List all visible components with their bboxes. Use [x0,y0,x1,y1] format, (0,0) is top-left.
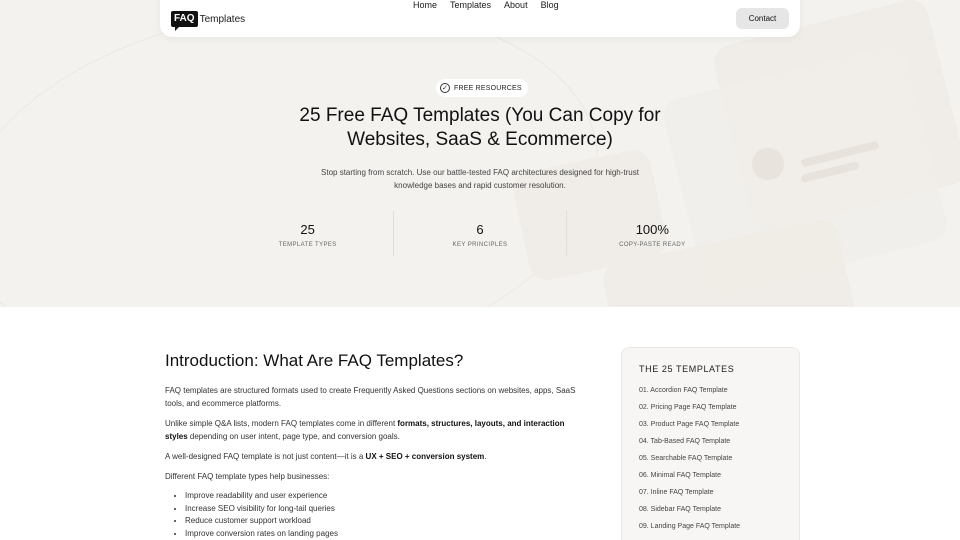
toc-item[interactable]: 05. Searchable FAQ Template [639,454,740,471]
stat-key-principles: 6 KEY PRINCIPLES [394,211,567,256]
stat-label: KEY PRINCIPLES [452,242,508,248]
toc-item[interactable]: 01. Accordion FAQ Template [639,386,740,403]
intro-paragraph: Unlike simple Q&A lists, modern FAQ temp… [165,417,585,443]
stat-value: 25 [300,222,315,237]
list-item: Improve readability and user experience [185,490,585,503]
toc-item[interactable]: 08. Sidebar FAQ Template [639,505,740,522]
logo-mark: FAQ [171,11,198,31]
text-run: . [484,452,487,461]
nav-link-home[interactable]: Home [413,0,437,10]
intro-paragraph: A well-designed FAQ template is not just… [165,450,585,463]
list-item: Improve conversion rates on landing page… [185,528,585,540]
toc-item[interactable]: 09. Landing Page FAQ Template [639,522,740,539]
toc-title: THE 25 TEMPLATES [639,364,735,374]
free-resources-badge: ✓ FREE RESOURCES [436,79,528,97]
toc-item[interactable]: 04. Tab-Based FAQ Template [639,437,740,454]
hero-subtitle: Stop starting from scratch. Use our batt… [321,168,639,190]
toc-item[interactable]: 06. Minimal FAQ Template [639,471,740,488]
intro-paragraph: Different FAQ template types help busine… [165,472,330,481]
nav-link-about[interactable]: About [504,0,528,10]
stat-value: 6 [476,222,484,237]
intro-paragraph: FAQ templates are structured formats use… [165,386,576,408]
badge-label: FREE RESOURCES [454,84,522,92]
page-title: 25 Free FAQ Templates (You Can Copy for … [299,105,661,150]
stat-copy-paste-ready: 100% COPY-PASTE READY [567,211,738,256]
section-heading: Introduction: What Are FAQ Templates? [165,351,464,370]
list-item: Increase SEO visibility for long-tail qu… [185,503,585,516]
stat-label: TEMPLATE TYPES [278,242,337,248]
logo-text: Templates [199,13,246,25]
check-circle-icon: ✓ [440,83,450,93]
contact-button[interactable]: Contact [736,8,789,29]
table-of-contents: THE 25 TEMPLATES 01. Accordion FAQ Templ… [621,347,800,540]
top-navigation: FAQ Templates Home Templates About Blog … [160,0,800,37]
nav-links: Home Templates About Blog [413,0,572,10]
decorative-circle [752,148,784,180]
text-run: A well-designed FAQ template is not just… [165,452,366,461]
text-run: depending on user intent, page type, and… [187,432,400,441]
stat-label: COPY-PASTE READY [619,242,686,248]
nav-link-blog[interactable]: Blog [541,0,559,10]
site-logo[interactable]: FAQ Templates [171,11,246,31]
introduction-section: Introduction: What Are FAQ Templates? FA… [165,350,585,540]
toc-list: 01. Accordion FAQ Template 02. Pricing P… [639,386,740,539]
toc-item[interactable]: 03. Product Page FAQ Template [639,420,740,437]
hero-section: FAQ Templates Home Templates About Blog … [0,0,960,307]
stat-value: 100% [635,222,669,237]
toc-item[interactable]: 07. Inline FAQ Template [639,488,740,505]
benefits-list: Improve readability and user experience … [185,490,585,540]
stats-row: 25 TEMPLATE TYPES 6 KEY PRINCIPLES 100% … [222,211,738,256]
stat-template-types: 25 TEMPLATE TYPES [222,211,395,256]
toc-item[interactable]: 02. Pricing Page FAQ Template [639,403,740,420]
nav-link-templates[interactable]: Templates [450,0,491,10]
list-item: Reduce customer support workload [185,515,585,528]
bold-text: UX + SEO + conversion system [365,452,485,461]
text-run: Unlike simple Q&A lists, modern FAQ temp… [165,419,398,428]
